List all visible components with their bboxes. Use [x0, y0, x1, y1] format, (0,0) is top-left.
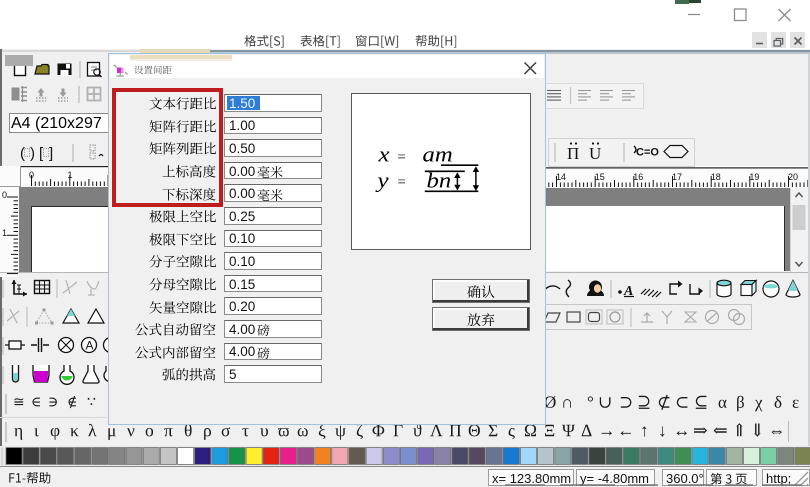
- svg-text:U: U: [589, 144, 601, 163]
- svg-text:1: 1: [67, 170, 72, 180]
- svg-text:(: (: [20, 145, 25, 162]
- svg-text:]: ]: [49, 145, 53, 162]
- svg-text:17: 17: [672, 172, 682, 182]
- svg-text:Π: Π: [567, 144, 579, 163]
- svg-text:C=O: C=O: [636, 147, 659, 159]
- svg-text:[: [: [39, 145, 44, 162]
- svg-text:A: A: [86, 339, 94, 353]
- svg-text:15: 15: [594, 172, 604, 182]
- svg-text:20: 20: [788, 172, 798, 182]
- svg-text:): ): [30, 145, 35, 162]
- svg-text:19: 19: [749, 172, 759, 182]
- svg-text:1: 1: [2, 228, 7, 238]
- svg-text:0: 0: [2, 190, 7, 200]
- svg-text:16: 16: [633, 172, 643, 182]
- svg-text:18: 18: [710, 172, 720, 182]
- svg-text:14: 14: [556, 172, 566, 182]
- svg-text:0: 0: [29, 170, 34, 180]
